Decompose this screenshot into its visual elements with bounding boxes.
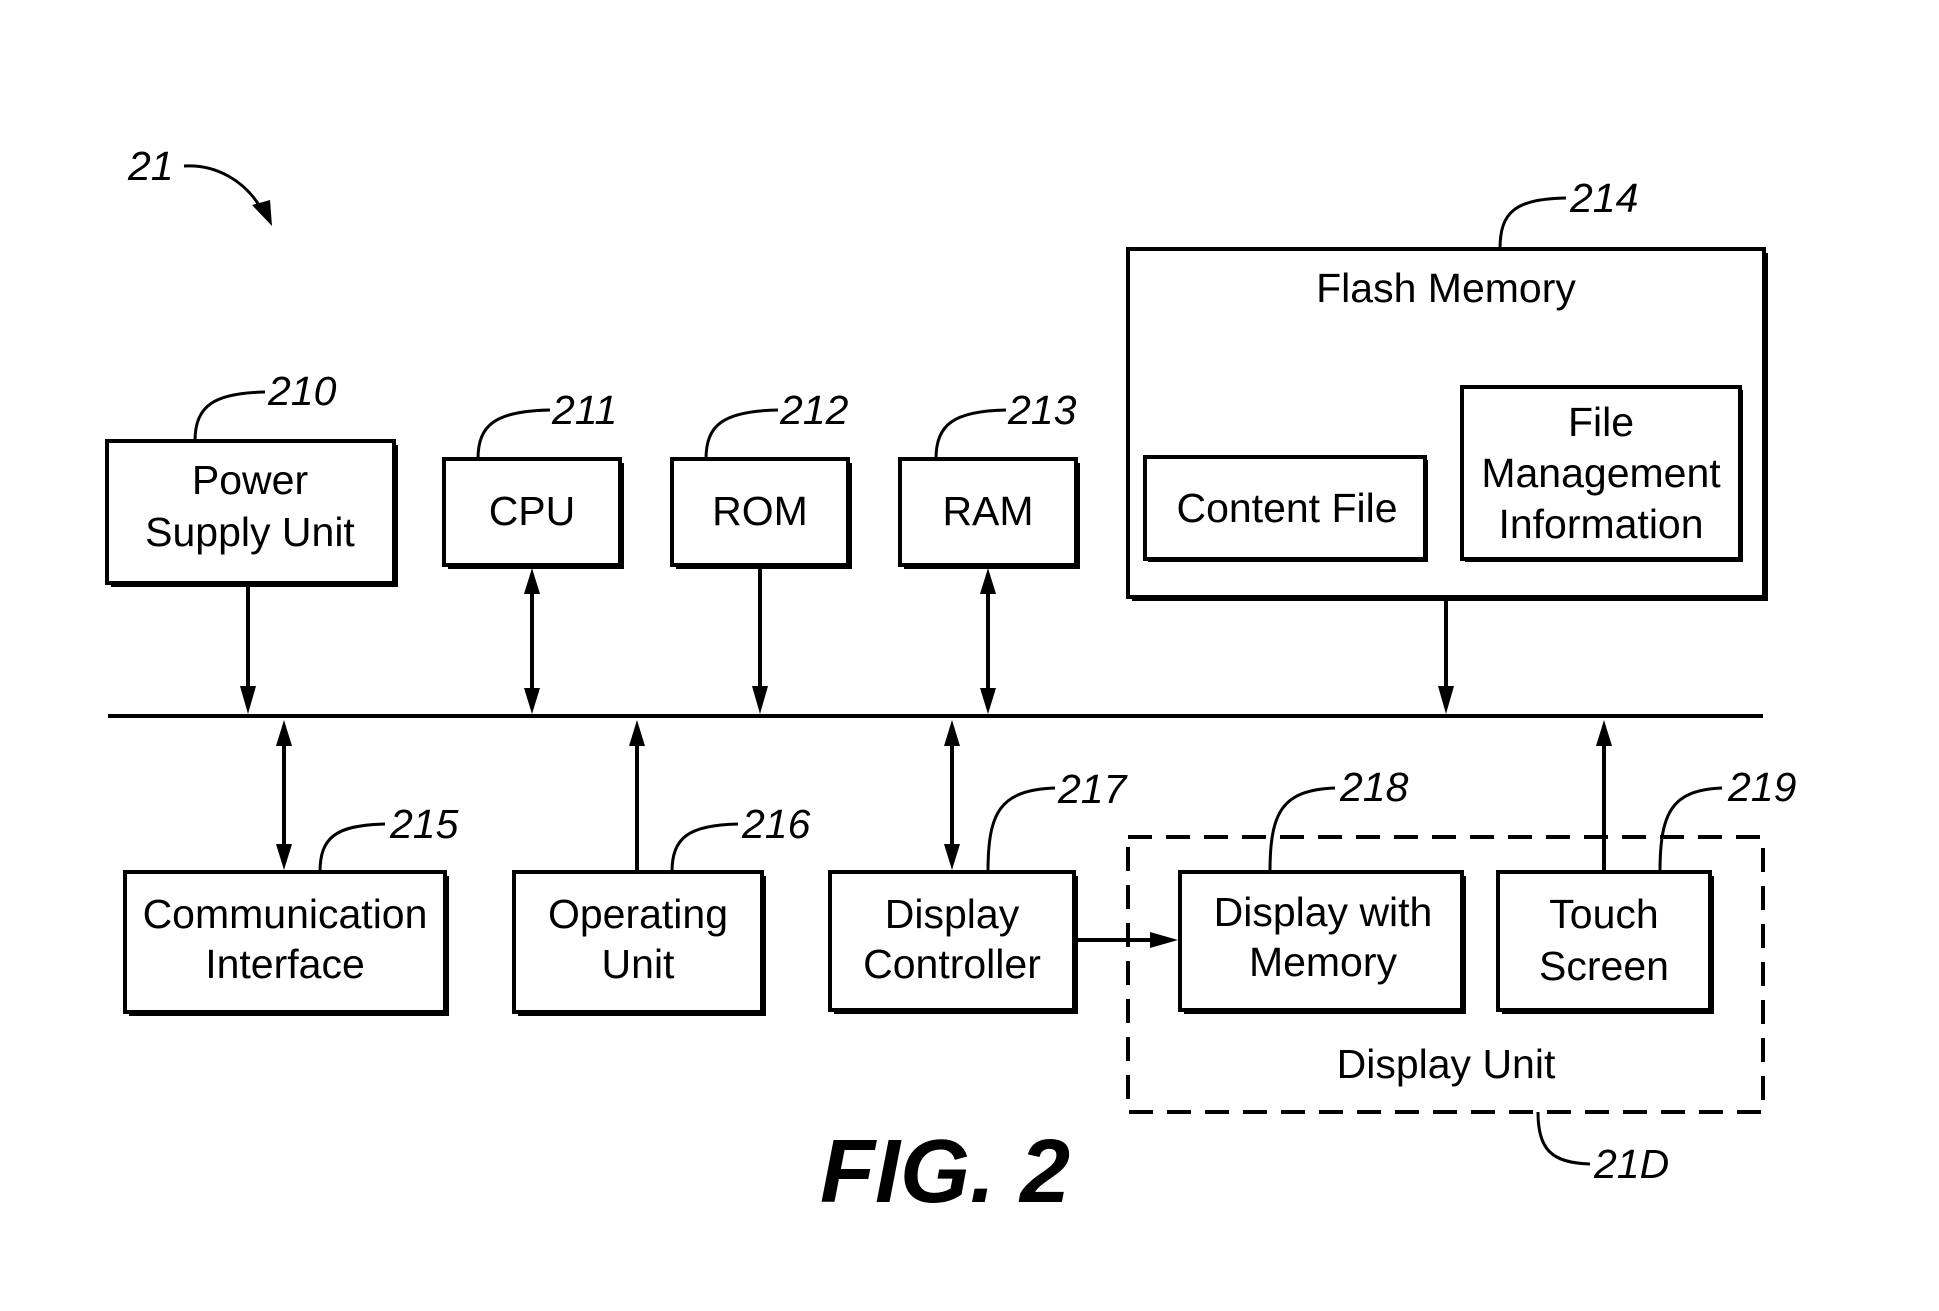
- operating-arrowhead: [629, 720, 645, 746]
- comm-label-2: Interface: [205, 941, 365, 987]
- file-mgmt-label-2: Management: [1481, 450, 1721, 496]
- operating-ref: 216: [741, 801, 811, 847]
- flash-memory-block: Flash Memory Content File File Managemen…: [1126, 247, 1768, 601]
- comm-label-1: Communication: [143, 891, 428, 937]
- comm-arrowhead-down: [276, 844, 292, 870]
- file-mgmt-label-1: File: [1568, 399, 1634, 445]
- file-mgmt-label-3: Information: [1498, 501, 1703, 547]
- ram-arrowhead-down: [980, 688, 996, 714]
- power-leader: [193, 390, 266, 442]
- operating-leader: [670, 822, 739, 873]
- rom-label: ROM: [712, 488, 808, 534]
- display-mem-label-1: Display with: [1214, 889, 1433, 935]
- cpu-label: CPU: [489, 488, 576, 534]
- display-mem-ref: 218: [1339, 764, 1409, 810]
- display-unit-title: Display Unit: [1337, 1041, 1556, 1087]
- display-with-memory-block: Display with Memory: [1178, 870, 1466, 1014]
- display-unit-ref: 21D: [1593, 1141, 1669, 1187]
- flash-leader: [1498, 196, 1567, 250]
- figure-label: FIG. 2: [820, 1122, 1070, 1222]
- display-ctrl-ref: 217: [1057, 766, 1129, 812]
- content-file-block: Content File: [1143, 455, 1428, 562]
- figure-ref-arrow: [183, 164, 264, 211]
- ram-label: RAM: [942, 488, 1033, 534]
- figure-ref-arrowhead: [252, 200, 272, 226]
- display-controller-block: Display Controller: [828, 870, 1078, 1014]
- comm-arrowhead-up: [276, 720, 292, 746]
- touch-arrowhead: [1596, 720, 1612, 746]
- flash-arrowhead: [1438, 686, 1454, 714]
- display-mem-label-2: Memory: [1249, 939, 1398, 985]
- content-file-label: Content File: [1176, 485, 1397, 531]
- display-ctrl-arrowhead-down: [944, 844, 960, 870]
- comm-ref: 215: [389, 801, 459, 847]
- operating-label-2: Unit: [602, 941, 676, 987]
- ctrl-to-display-arrowhead: [1150, 932, 1178, 948]
- display-ctrl-label-2: Controller: [863, 941, 1041, 987]
- operating-unit-block: Operating Unit: [512, 870, 766, 1016]
- block-diagram: 21 Power Supply Unit 210 CPU 211 ROM 212…: [105, 143, 1796, 1222]
- cpu-arrowhead-down: [524, 688, 540, 714]
- ram-block: RAM: [898, 457, 1080, 569]
- communication-interface-block: Communication Interface: [123, 870, 449, 1016]
- rom-ref: 212: [779, 387, 849, 433]
- touch-screen-block: Touch Screen: [1496, 870, 1714, 1014]
- ram-ref: 213: [1007, 387, 1077, 433]
- display-ctrl-leader: [986, 786, 1056, 873]
- file-management-block: File Management Information: [1460, 385, 1743, 562]
- cpu-ref: 211: [551, 387, 617, 433]
- touch-ref: 219: [1727, 764, 1796, 810]
- comm-leader: [318, 822, 386, 873]
- cpu-arrowhead-up: [524, 568, 540, 594]
- power-supply-block: Power Supply Unit: [105, 439, 398, 587]
- figure-ref: 21: [127, 143, 174, 189]
- touch-label-1: Touch: [1549, 891, 1658, 937]
- cpu-block: CPU: [442, 457, 624, 569]
- touch-label-2: Screen: [1539, 943, 1669, 989]
- ram-arrowhead-up: [980, 568, 996, 594]
- display-ctrl-label-1: Display: [885, 891, 1020, 937]
- power-label-1: Power: [192, 457, 308, 503]
- cpu-leader: [476, 408, 551, 460]
- power-label-2: Supply Unit: [145, 509, 355, 555]
- operating-label-1: Operating: [548, 891, 728, 937]
- rom-leader: [704, 408, 779, 460]
- display-unit-leader: [1536, 1111, 1591, 1166]
- rom-arrowhead: [752, 686, 768, 714]
- touch-leader: [1658, 786, 1723, 873]
- flash-memory-title: Flash Memory: [1316, 265, 1576, 311]
- flash-ref: 214: [1569, 175, 1638, 221]
- rom-block: ROM: [670, 457, 852, 569]
- power-ref: 210: [267, 368, 337, 414]
- ram-leader: [934, 408, 1007, 460]
- display-ctrl-arrowhead-up: [944, 720, 960, 746]
- display-mem-leader: [1268, 786, 1336, 873]
- power-arrowhead: [240, 686, 256, 714]
